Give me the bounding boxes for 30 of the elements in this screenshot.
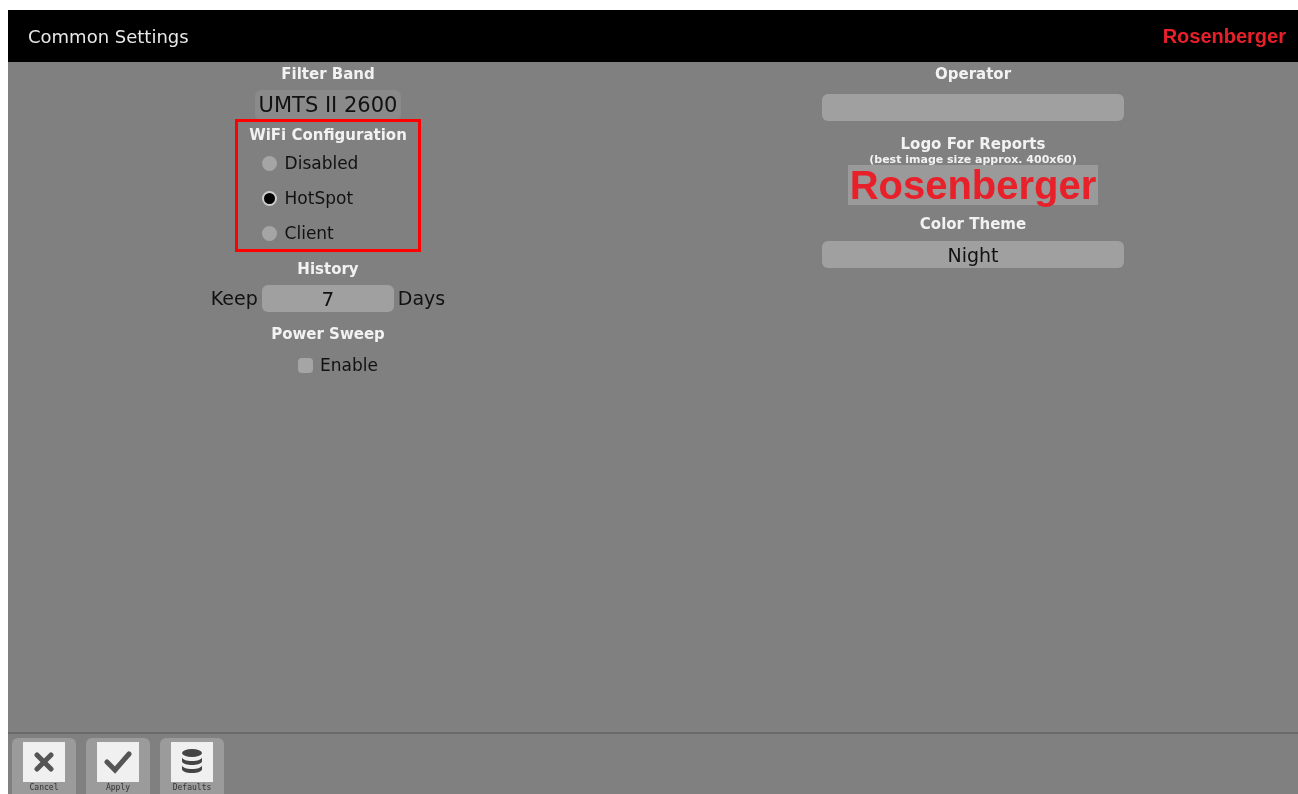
window-title: Common Settings: [28, 24, 189, 49]
close-icon: [33, 751, 55, 773]
section-heading: Color Theme: [919, 214, 1027, 234]
section-heading: WiFi Configuration: [249, 125, 407, 145]
toolbar-button[interactable]: Cancel: [12, 738, 76, 794]
section-heading: Logo For Reports: [900, 134, 1046, 154]
section-heading: Filter Band: [281, 65, 375, 84]
checkbox-option[interactable]: Enable: [298, 352, 378, 378]
toolbar-button[interactable]: Apply: [86, 738, 150, 794]
radio-option[interactable]: Disabled: [261, 150, 359, 176]
toolbar-button[interactable]: Defaults: [160, 738, 224, 794]
image-size-hint: (best image size approx. 400x60): [869, 153, 1077, 165]
radio-button[interactable]: [261, 155, 277, 171]
brand-logo: Rosenberger: [1162, 24, 1286, 49]
checkmark-icon: [104, 750, 132, 774]
field-suffix: Days: [397, 286, 446, 312]
history-days-field[interactable]: 7: [261, 285, 394, 312]
section-heading: Operator: [934, 65, 1012, 84]
database-icon: [180, 748, 204, 776]
color-theme-selector[interactable]: Night: [822, 241, 1124, 269]
section-heading: Power Sweep: [271, 324, 385, 344]
section-heading: History: [297, 259, 359, 279]
operator-field[interactable]: [822, 93, 1124, 121]
radio-option[interactable]: HotSpot: [261, 185, 354, 211]
field-prefix: Keep: [210, 286, 258, 312]
radio-option[interactable]: Client: [261, 220, 334, 246]
radio-button[interactable]: [261, 225, 277, 241]
filter-band-selector[interactable]: UMTS II 2600: [254, 89, 402, 120]
checkbox[interactable]: [298, 357, 314, 373]
radio-button[interactable]: [261, 190, 277, 206]
